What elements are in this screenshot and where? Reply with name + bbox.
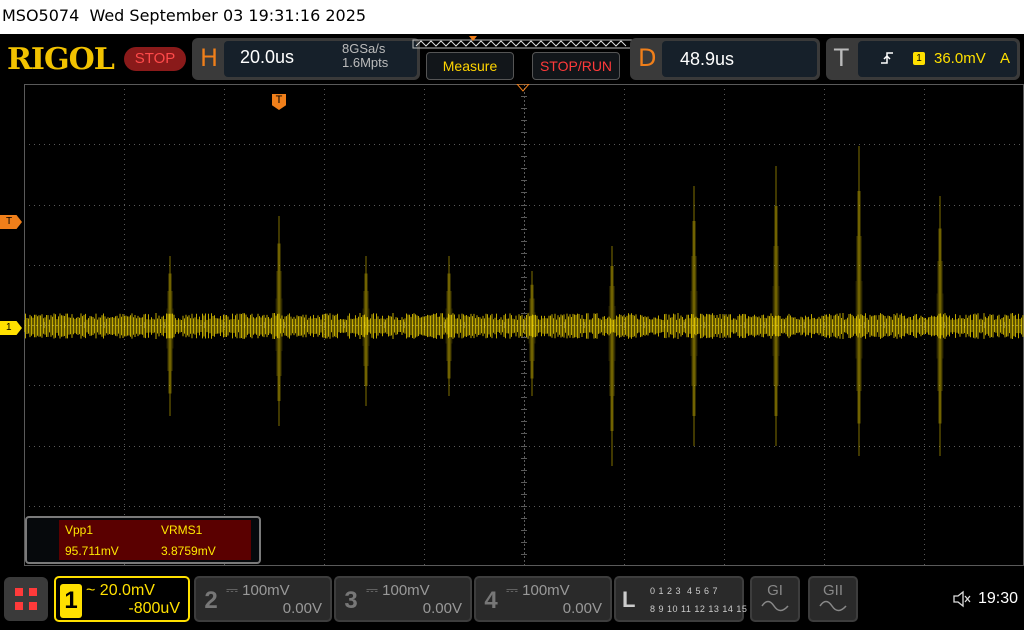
logic-channels-row2: 8 9 10 11 12 13 14 15 xyxy=(650,604,748,614)
main-menu-button[interactable] xyxy=(4,577,48,621)
speaker-muted-icon[interactable] xyxy=(952,590,972,608)
memory-depth: 1.6Mpts xyxy=(342,55,389,70)
channel3-panel[interactable]: 3 ⎓ 100mV 0.00V xyxy=(334,576,472,622)
trigger-source-badge: 1 xyxy=(913,52,925,65)
channel-number: 1 xyxy=(60,584,82,618)
acquisition-info: 8GSa/s 1.6Mpts xyxy=(342,42,388,70)
run-state-badge[interactable]: STOP xyxy=(124,47,186,71)
trigger-level: 36.0mV xyxy=(934,50,986,67)
channel-scale: ⎓ 100mV xyxy=(366,582,430,599)
dc-coupling-icon: ⎓ xyxy=(506,582,518,599)
channel-offset: 0.00V xyxy=(282,600,322,617)
channel-offset: -800uV xyxy=(128,600,180,617)
rising-edge-icon xyxy=(881,52,893,64)
channel-scale: ~ 20.0mV xyxy=(86,582,155,599)
measurement-name: VRMS1 xyxy=(161,523,203,537)
title-text: MSO5074 Wed September 03 19:31:16 2025 xyxy=(2,6,367,25)
channel-number: 4 xyxy=(484,587,498,614)
rigol-logo: RIGOL xyxy=(7,42,115,77)
ac-coupling-icon: ~ xyxy=(86,582,96,599)
channel-scale: ⎓ 100mV xyxy=(506,582,570,599)
logic-channels-row1: 0 1 2 3 4 5 6 7 xyxy=(650,586,719,596)
logic-label: L xyxy=(622,587,636,612)
channel-scale: ⎓ 100mV xyxy=(226,582,290,599)
measurement-item: VRMS1 3.8759mV xyxy=(155,520,251,560)
channel-number: 2 xyxy=(204,587,218,614)
bottom-channel-bar: 1 ~ 20.0mV -800uV 2 ⎓ 100mV 0.00V 3 ⎓ 10… xyxy=(0,566,1024,630)
clock: 19:30 xyxy=(977,590,1018,607)
measure-button[interactable]: Measure xyxy=(426,52,514,80)
trigger-level-marker[interactable]: T xyxy=(0,215,22,229)
trigger-position-marker xyxy=(516,84,530,92)
channel2-panel[interactable]: 2 ⎓ 100mV 0.00V xyxy=(194,576,332,622)
sine-wave-icon xyxy=(761,600,789,612)
measurement-value: 3.8759mV xyxy=(161,544,216,558)
horizontal-label: H xyxy=(200,44,219,72)
delay-value: 48.9us xyxy=(680,49,735,69)
generator1-button[interactable]: GI xyxy=(750,576,800,622)
logic-analyzer-panel[interactable]: L 0 1 2 3 4 5 6 7 8 9 10 11 12 13 14 15 xyxy=(614,576,748,622)
title-bar: MSO5074 Wed September 03 19:31:16 2025 xyxy=(0,0,1024,34)
generator2-label: GII xyxy=(822,582,843,599)
channel1-panel[interactable]: 1 ~ 20.0mV -800uV xyxy=(54,576,190,622)
dc-coupling-icon: ⎓ xyxy=(366,582,378,599)
measurement-item: Vpp1 95.711mV xyxy=(59,520,155,560)
waveform-display[interactable] xyxy=(24,84,1024,566)
channel-offset: 0.00V xyxy=(562,600,602,617)
measurement-value: 95.711mV xyxy=(65,544,119,558)
trigger-label: T xyxy=(834,44,849,72)
stop-run-button[interactable]: STOP/RUN xyxy=(532,52,620,80)
generator2-button[interactable]: GII xyxy=(808,576,858,622)
channel-number: 3 xyxy=(344,587,358,614)
timebase-value: 20.0us xyxy=(240,47,295,67)
channel-offset: 0.00V xyxy=(422,600,462,617)
sample-rate: 8GSa/s xyxy=(342,41,386,56)
memory-position-indicator xyxy=(412,36,634,49)
channel1-offset-marker[interactable]: 1 xyxy=(0,321,22,335)
dc-coupling-icon: ⎓ xyxy=(226,582,238,599)
channel4-panel[interactable]: 4 ⎓ 100mV 0.00V xyxy=(474,576,612,622)
measurement-name: Vpp1 xyxy=(65,523,94,537)
trigger-mode: A xyxy=(1000,50,1011,67)
sine-wave-icon xyxy=(819,600,847,612)
measurement-results[interactable]: Vpp1 95.711mV VRMS1 3.8759mV xyxy=(25,516,261,564)
generator1-label: GI xyxy=(767,582,783,599)
delay-label: D xyxy=(638,44,657,72)
